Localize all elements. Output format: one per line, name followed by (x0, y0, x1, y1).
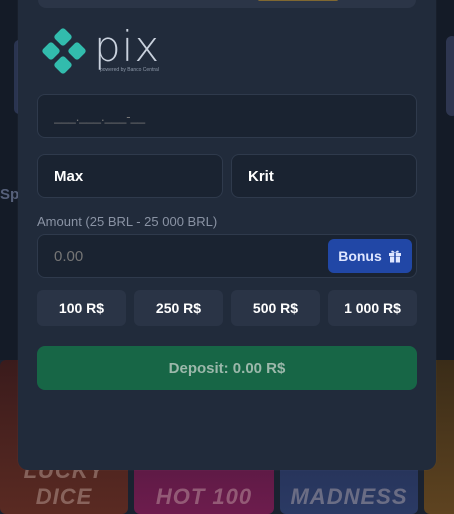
pix-logo: pix powered by Banco Central (42, 22, 182, 78)
bonus-button[interactable]: Bonus (328, 239, 412, 273)
background-card (446, 36, 454, 116)
deposit-button[interactable]: Deposit: 0.00 R$ (37, 346, 417, 390)
game-tile-title: MADNESS (290, 484, 408, 509)
last-name-field[interactable] (231, 154, 417, 198)
cpf-input[interactable] (38, 95, 416, 137)
pix-powered-by: powered by Banco Central (100, 67, 159, 73)
first-name-field[interactable] (37, 154, 223, 198)
game-tile-title: HOT 100 (155, 484, 253, 509)
cpf-field[interactable] (37, 94, 417, 138)
preset-amount-button[interactable]: 100 R$ (37, 290, 126, 326)
bonus-label: Bonus (338, 248, 382, 264)
pix-wordmark: pix (94, 22, 161, 71)
last-name-input[interactable] (232, 155, 416, 197)
amount-label: Amount (25 BRL - 25 000 BRL) (37, 214, 218, 229)
preset-amount-button[interactable]: 250 R$ (134, 290, 223, 326)
gift-icon (388, 250, 401, 263)
pix-icon (42, 28, 86, 74)
background-label: Sp (0, 186, 20, 203)
amount-field[interactable]: Bonus (37, 234, 417, 278)
preset-amount-button[interactable]: 500 R$ (231, 290, 320, 326)
first-name-input[interactable] (38, 155, 222, 197)
top-bar-accent (258, 0, 338, 1)
preset-amount-button[interactable]: 1 000 R$ (328, 290, 417, 326)
modal-top-bar (38, 0, 416, 8)
